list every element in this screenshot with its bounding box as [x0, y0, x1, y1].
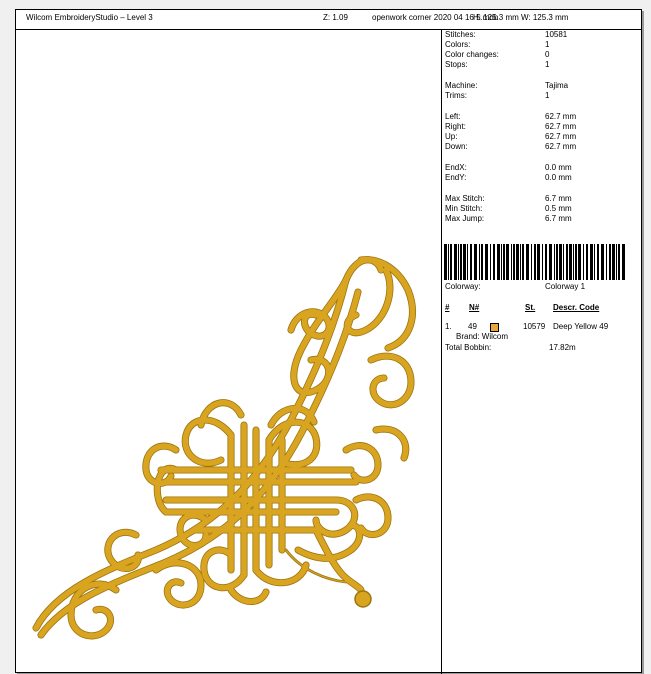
app-title: Wilcom EmbroideryStudio – Level 3 — [26, 13, 153, 22]
stat-label: Machine: — [445, 81, 478, 90]
stat-value: 6.7 mm — [545, 214, 572, 223]
stat-value: 6.7 mm — [545, 194, 572, 203]
col-description-header: Descr. Code — [553, 303, 600, 312]
design-preview — [16, 30, 442, 674]
stat-label: Color changes: — [445, 50, 499, 59]
height-readout: H: 125.3 mm — [473, 13, 519, 22]
stat-value: 0.0 mm — [545, 173, 572, 182]
stat-label: Max Stitch: — [445, 194, 485, 203]
stat-label: EndY: — [445, 173, 467, 182]
barcode — [444, 244, 626, 280]
col-needle-header: N# — [469, 303, 480, 312]
row-stitches: 10579 — [523, 322, 546, 331]
stat-value: 1 — [545, 91, 550, 100]
stat-value: 62.7 mm — [545, 132, 577, 141]
colorway-value: Colorway 1 — [545, 282, 586, 291]
col-number-header: # — [445, 303, 450, 312]
row-number: 1. — [445, 322, 452, 331]
stat-label: Up: — [445, 132, 458, 141]
stat-value: 62.7 mm — [545, 112, 577, 121]
row-needle: 49 — [468, 322, 477, 331]
stat-label: Colors: — [445, 40, 471, 49]
bobbin-value: 17.82m — [549, 343, 576, 352]
header-bar: Wilcom EmbroideryStudio – Level 3 Z: 1.0… — [16, 10, 641, 30]
row-description: Deep Yellow 49 — [553, 322, 609, 331]
stat-value: 62.7 mm — [545, 142, 577, 151]
stat-value: Tajima — [545, 81, 569, 90]
stat-label: Stops: — [445, 60, 468, 69]
stat-label: Min Stitch: — [445, 204, 483, 213]
bobbin-label: Total Bobbin: — [445, 343, 492, 352]
zoom-readout: Z: 1.09 — [323, 13, 348, 22]
stat-label: Max Jump: — [445, 214, 485, 223]
stat-value: 1 — [545, 40, 550, 49]
stat-label: EndX: — [445, 163, 467, 172]
stat-label: Left: — [445, 112, 461, 121]
stat-value: 0 — [545, 50, 550, 59]
stat-value: 0.0 mm — [545, 163, 572, 172]
stat-value: 1 — [545, 60, 550, 69]
stat-label: Stitches: — [445, 30, 476, 39]
embroidery-design-image — [32, 256, 416, 640]
stat-label: Trims: — [445, 91, 467, 100]
stat-label: Right: — [445, 122, 466, 131]
print-preview-sheet: Wilcom EmbroideryStudio – Level 3 Z: 1.0… — [15, 9, 642, 674]
row-brand: Brand: Wilcom — [456, 332, 509, 341]
col-stitches-header: St. — [525, 303, 536, 312]
stat-value: 62.7 mm — [545, 122, 577, 131]
stat-value: 0.5 mm — [545, 204, 572, 213]
color-swatch — [490, 323, 499, 332]
design-info-panel: Stitches: 10581 Colors: 1 Color changes: 0 Sto… — [442, 30, 642, 674]
stat-label: Down: — [445, 142, 468, 151]
width-readout: W: 125.3 mm — [521, 13, 569, 22]
colorway-label: Colorway: — [445, 282, 481, 291]
stat-value: 10581 — [545, 30, 568, 39]
